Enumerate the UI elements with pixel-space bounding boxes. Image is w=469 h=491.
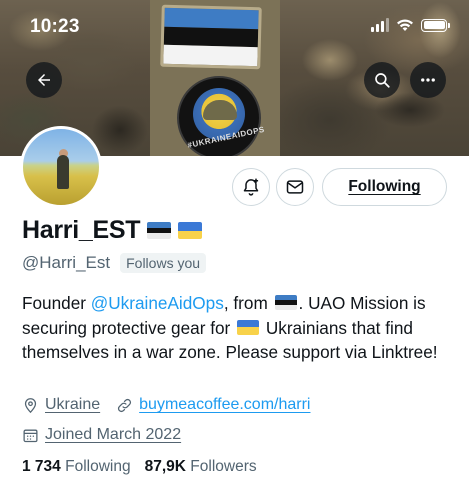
following-stat[interactable]: 1 734 Following	[22, 458, 131, 476]
joined-row: Joined March 2022	[22, 426, 181, 444]
estonia-flag-icon	[274, 295, 297, 310]
status-time: 10:23	[30, 16, 80, 37]
followers-stat[interactable]: 87,9K Followers	[145, 458, 257, 476]
ukraineaidops-patch: #UKRAINEAIDOPS	[177, 76, 266, 156]
arrow-left-icon	[38, 74, 50, 86]
bio-mention-link[interactable]: @UkraineAidOps	[91, 293, 224, 313]
more-button[interactable]	[410, 62, 446, 98]
joined-date: Joined March 2022	[45, 426, 182, 443]
profile-meta-row: Ukraine buymeacoffee.com/harri	[22, 396, 310, 414]
user-handle: @Harri_Est	[22, 253, 111, 272]
following-label: Following	[65, 458, 131, 475]
battery-icon	[421, 18, 450, 32]
estonia-flag-patch	[160, 4, 262, 70]
ukraine-flag-icon	[237, 319, 260, 335]
message-button[interactable]	[276, 168, 314, 206]
bio-text: , from	[223, 293, 273, 313]
bio-text: Founder	[22, 293, 91, 313]
location-text: Ukraine	[45, 396, 101, 413]
profile-bio: Founder @UkraineAidOps, from . UAO Missi…	[22, 291, 452, 365]
followers-count: 87,9K	[144, 458, 186, 475]
ukraine-flag-icon	[178, 222, 203, 239]
more-horizontal-icon	[421, 78, 435, 82]
website-link[interactable]: buymeacoffee.com/harri	[139, 396, 310, 414]
status-icons	[371, 18, 450, 32]
profile-stats: 1 734 Following 87,9K Followers	[22, 458, 257, 476]
estonia-flag-icon	[147, 222, 172, 239]
following-count: 1 734	[22, 458, 61, 475]
cellular-signal-icon	[371, 18, 389, 32]
following-button[interactable]: Following	[322, 168, 447, 206]
envelope-icon	[286, 180, 304, 194]
display-name: Harri_EST	[22, 216, 141, 244]
calendar-icon	[23, 429, 38, 442]
wifi-icon	[397, 19, 413, 31]
link-icon	[118, 398, 132, 412]
handle-row: @Harri_Est Follows you	[22, 253, 207, 273]
followers-label: Followers	[190, 458, 257, 475]
back-button[interactable]	[26, 62, 62, 98]
search-icon	[375, 73, 390, 88]
notifications-button[interactable]	[232, 168, 270, 206]
search-button[interactable]	[364, 62, 400, 98]
bell-plus-icon	[243, 178, 259, 196]
follows-you-badge: Follows you	[120, 253, 207, 273]
avatar[interactable]	[20, 126, 102, 208]
profile-name-row: Harri_EST	[22, 216, 203, 245]
location-pin-icon	[24, 397, 37, 413]
